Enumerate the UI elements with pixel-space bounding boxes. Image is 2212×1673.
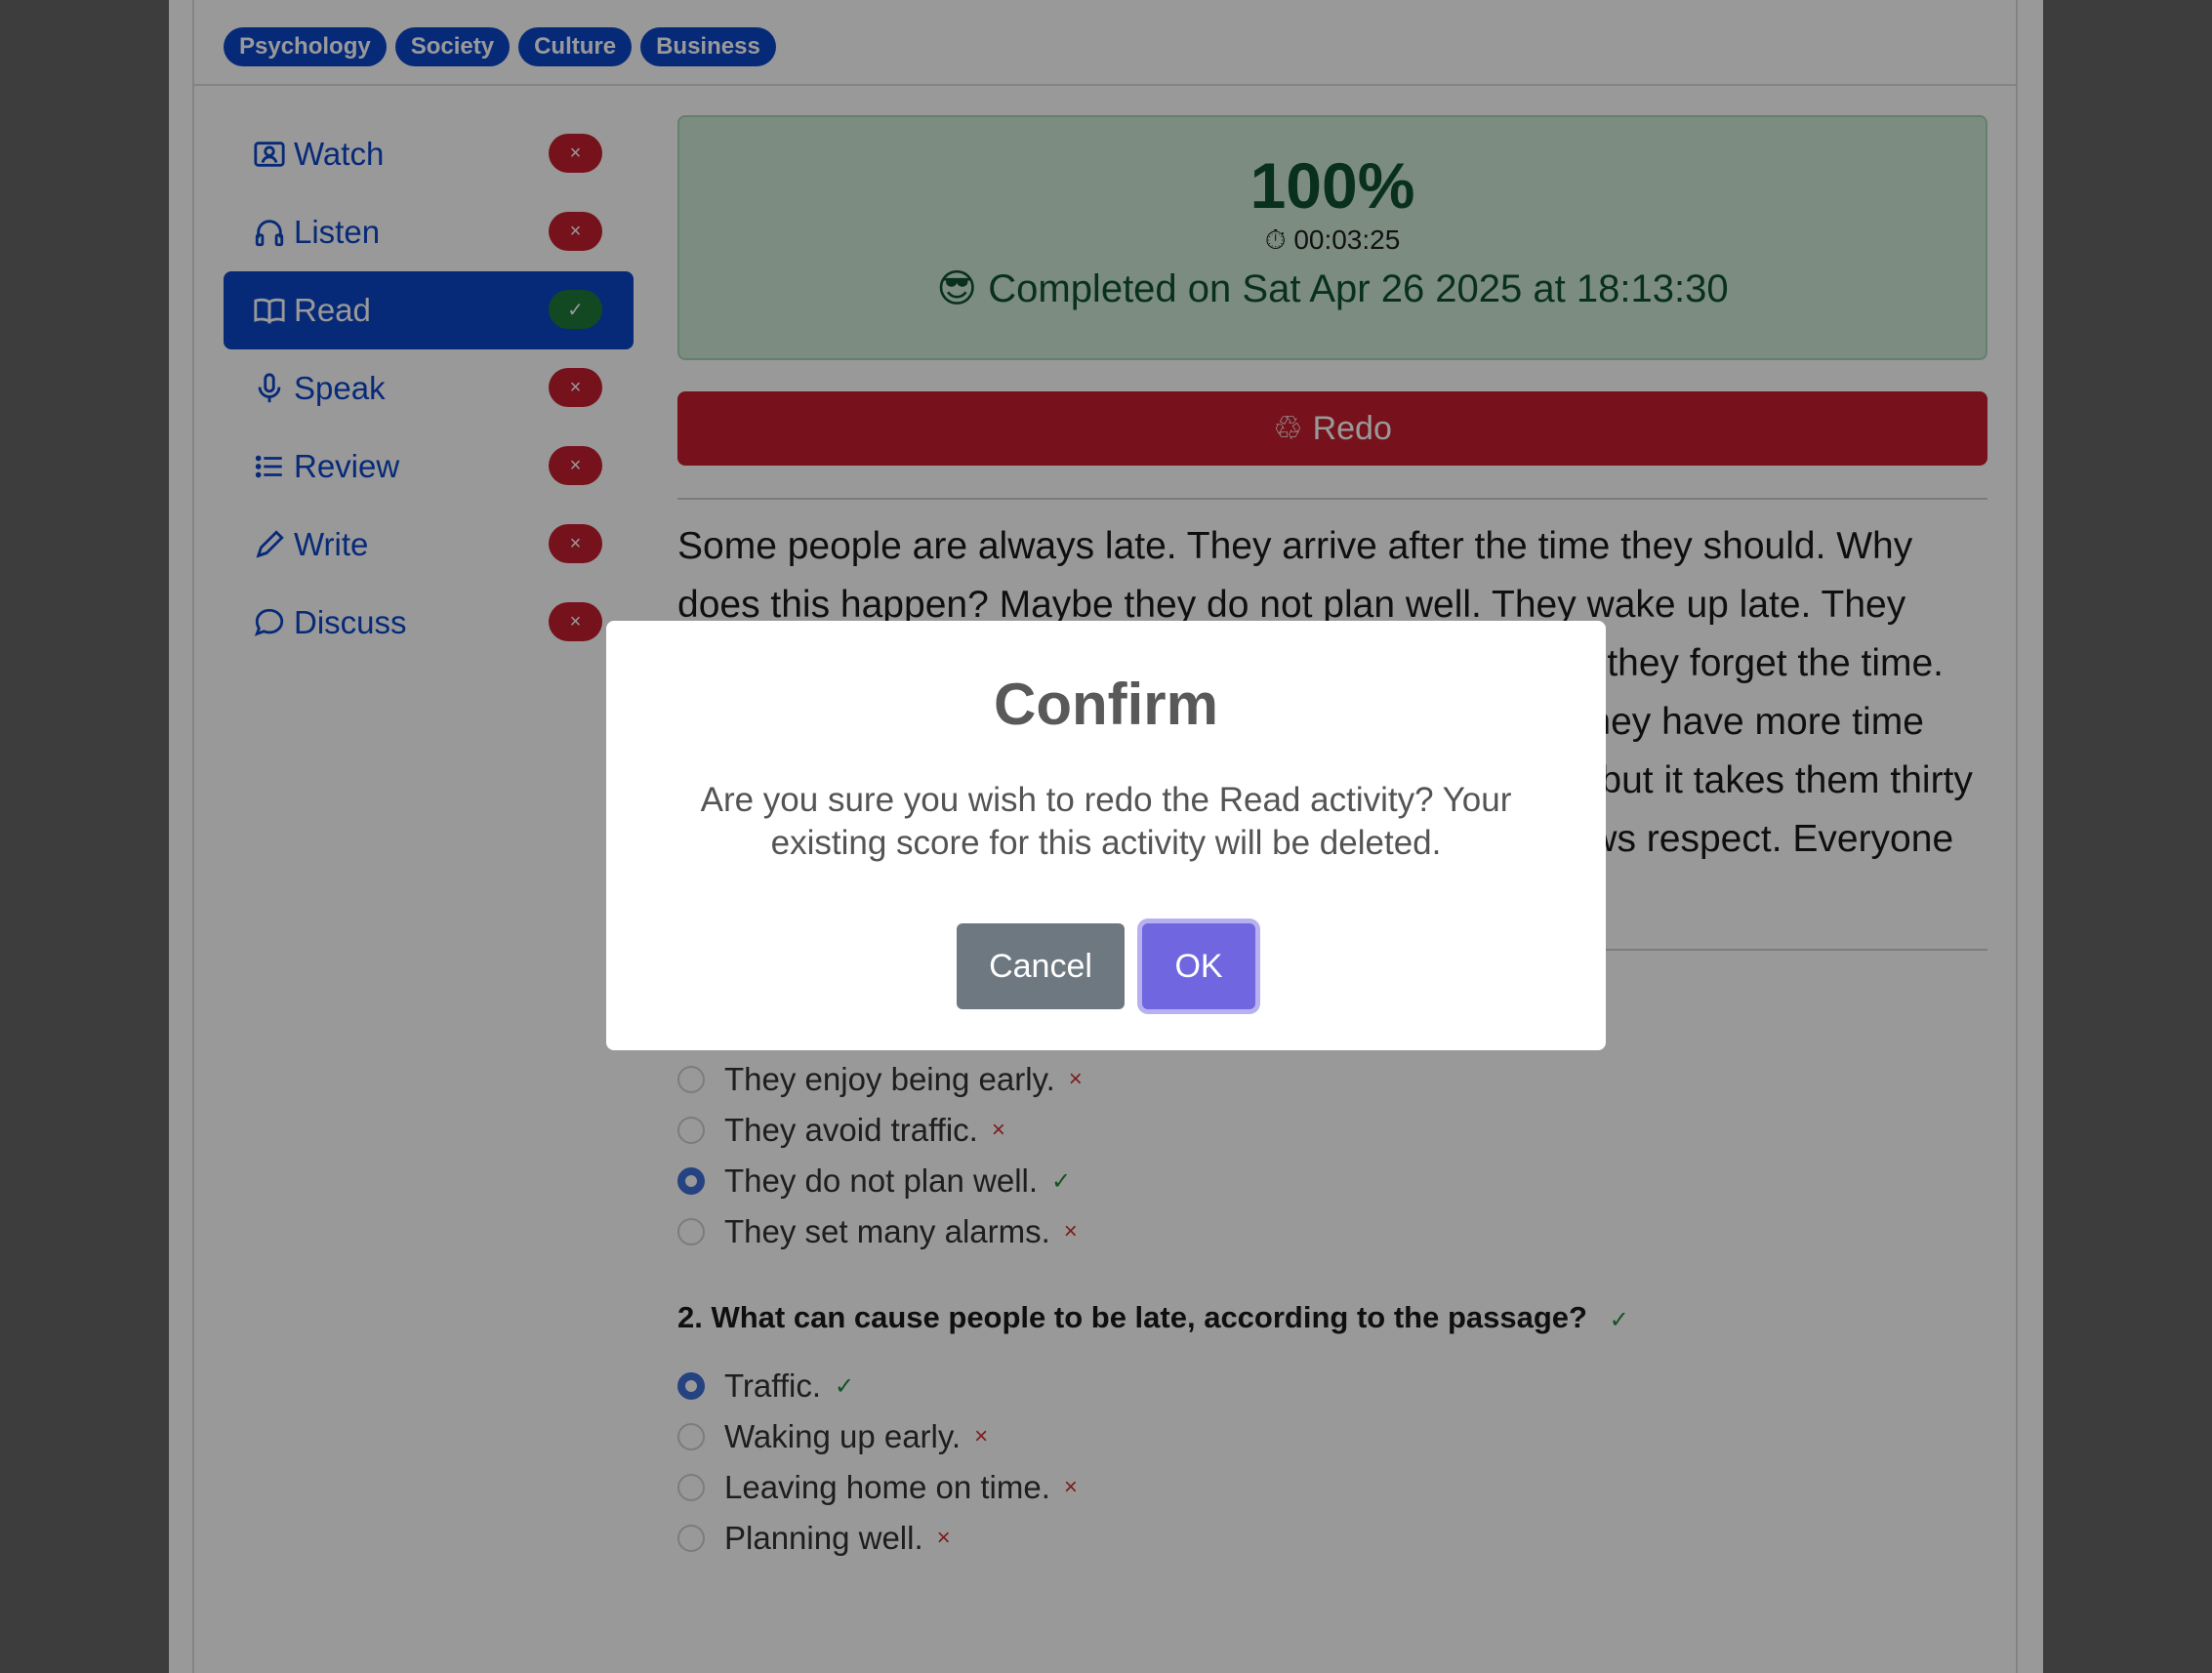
confirm-dialog: Confirm Are you sure you wish to redo th… xyxy=(606,621,1606,1050)
ok-button[interactable]: OK xyxy=(1142,923,1255,1009)
dialog-actions: Cancel OK xyxy=(606,923,1606,1009)
dialog-title: Confirm xyxy=(994,672,1218,737)
cancel-button[interactable]: Cancel xyxy=(957,923,1125,1009)
dialog-message: Are you sure you wish to redo the Read a… xyxy=(700,781,1512,862)
